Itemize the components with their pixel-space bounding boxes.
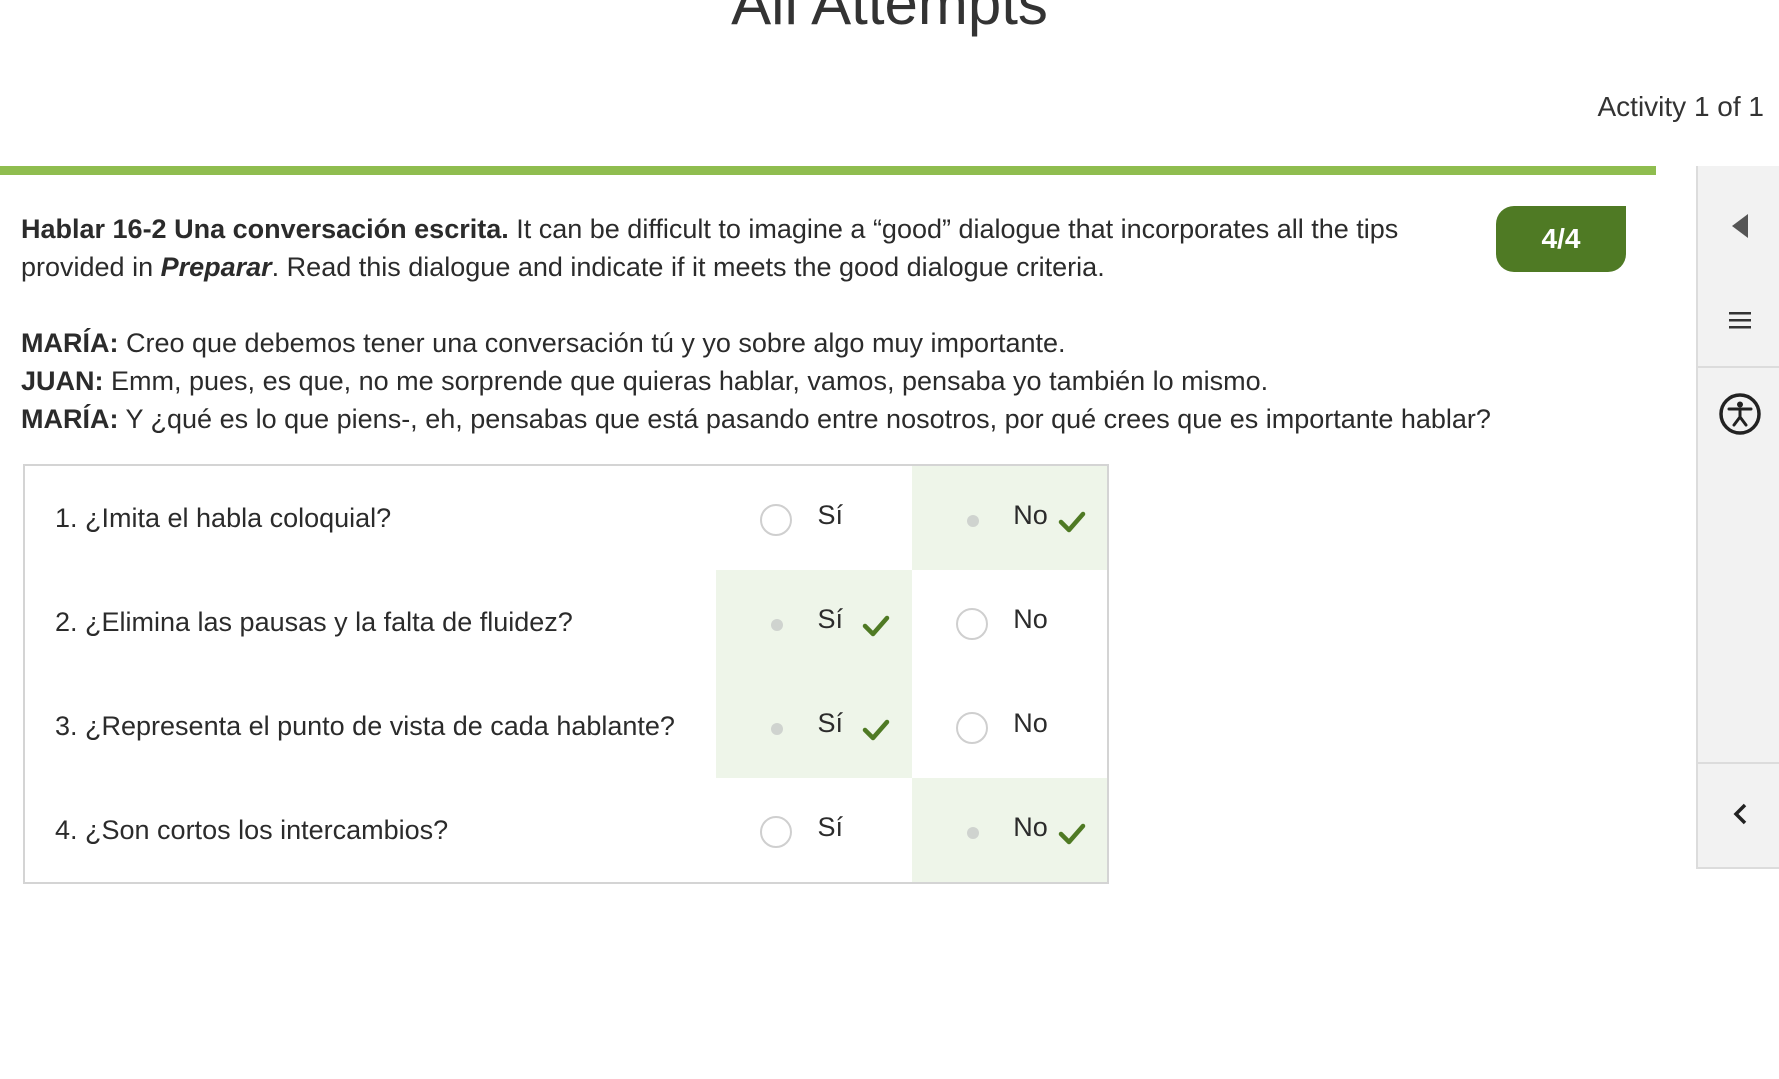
activity-title: Hablar 16-2 Una conversación escrita.: [21, 214, 509, 244]
option-no-radio[interactable]: [956, 712, 989, 744]
option-yes-label: Sí: [817, 812, 843, 842]
page-title: All Attempts: [731, 0, 1048, 37]
option-yes-cell[interactable]: Sí: [716, 465, 912, 570]
question-table: 1. ¿Imita el habla coloquial? Sí No 2. ¿Eli…: [23, 464, 1109, 884]
side-divider: [1698, 762, 1779, 764]
option-no-radio[interactable]: [956, 608, 989, 640]
question-row: 4. ¿Son cortos los intercambios? Sí No: [24, 778, 1108, 883]
option-no-label: No: [1013, 604, 1048, 634]
dialogue-speaker: MARÍA:: [21, 328, 119, 358]
side-panel: [1696, 166, 1779, 869]
accessibility-button[interactable]: [1698, 384, 1779, 444]
dialogue-speaker: MARÍA:: [21, 404, 119, 434]
option-yes-radio[interactable]: [760, 608, 792, 640]
option-no-radio[interactable]: [956, 504, 988, 536]
accessibility-icon: [1718, 393, 1761, 435]
score-badge: 4/4: [1496, 206, 1626, 272]
menu-icon: [1728, 312, 1751, 329]
dialogue: MARÍA: Creo que debemos tener una conver…: [21, 324, 1621, 438]
instructions-text-2: . Read this dialogue and indicate if it …: [271, 252, 1105, 282]
checkmark-icon: [1058, 511, 1086, 533]
progress-bar: [0, 166, 1656, 175]
question-row: 3. ¿Representa el punto de vista de cada…: [24, 674, 1108, 778]
activity-counter: Activity 1 of 1: [1597, 91, 1764, 122]
option-yes-radio[interactable]: [760, 816, 793, 848]
option-yes-cell[interactable]: Sí: [716, 778, 912, 883]
option-yes-label: Sí: [817, 604, 843, 634]
question-text: 3. ¿Representa el punto de vista de cada…: [55, 710, 675, 741]
chevron-left-icon: [1733, 803, 1746, 825]
question-text: 4. ¿Son cortos los intercambios?: [55, 814, 449, 845]
dialogue-text: Y ¿qué es lo que piens-, eh, pensabas qu…: [118, 404, 1491, 434]
triangle-left-icon: [1731, 214, 1748, 238]
checkmark-icon: [863, 615, 890, 637]
question-row: 2. ¿Elimina las pausas y la falta de flu…: [24, 570, 1108, 674]
progress-bar-fill: [0, 166, 1656, 175]
activity-instructions: Hablar 16-2 Una conversación escrita. It…: [21, 210, 1481, 286]
question-text: 1. ¿Imita el habla coloquial?: [55, 502, 392, 533]
option-no-label: No: [1013, 500, 1048, 530]
option-no-cell[interactable]: No: [912, 570, 1108, 674]
option-yes-radio[interactable]: [760, 504, 793, 536]
option-no-cell[interactable]: No: [912, 674, 1108, 778]
option-no-label: No: [1013, 812, 1048, 842]
checkmark-icon: [863, 719, 890, 741]
dialogue-line: MARÍA: Y ¿qué es lo que piens-, eh, pens…: [21, 400, 1621, 438]
option-no-label: No: [1013, 708, 1048, 738]
option-yes-cell[interactable]: Sí: [716, 570, 913, 674]
option-yes-radio[interactable]: [760, 712, 792, 744]
collapse-panel-button[interactable]: [1698, 196, 1779, 256]
dialogue-line: MARÍA: Creo que debemos tener una conver…: [21, 324, 1621, 362]
checkmark-icon: [1058, 823, 1086, 845]
dialogue-text: Emm, pues, es que, no me sorprende que q…: [103, 366, 1269, 396]
dialogue-text: Creo que debemos tener una conversación …: [118, 328, 1066, 358]
menu-button[interactable]: [1698, 290, 1779, 350]
option-yes-label: Sí: [817, 708, 843, 738]
option-no-cell[interactable]: No: [912, 465, 1108, 570]
instructions-emphasis: Preparar: [160, 252, 272, 282]
option-no-cell[interactable]: No: [912, 778, 1108, 883]
question-text: 2. ¿Elimina las pausas y la falta de flu…: [55, 606, 573, 637]
expand-panel-button[interactable]: [1698, 784, 1779, 844]
side-divider: [1698, 366, 1779, 368]
activity-content: Hablar 16-2 Una conversación escrita. It…: [21, 210, 1621, 438]
option-yes-label: Sí: [817, 500, 843, 530]
dialogue-line: JUAN: Emm, pues, es que, no me sorprende…: [21, 362, 1621, 400]
option-no-radio[interactable]: [956, 816, 988, 848]
option-yes-cell[interactable]: Sí: [716, 674, 913, 778]
question-row: 1. ¿Imita el habla coloquial? Sí No: [24, 465, 1108, 570]
dialogue-speaker: JUAN:: [21, 366, 104, 396]
